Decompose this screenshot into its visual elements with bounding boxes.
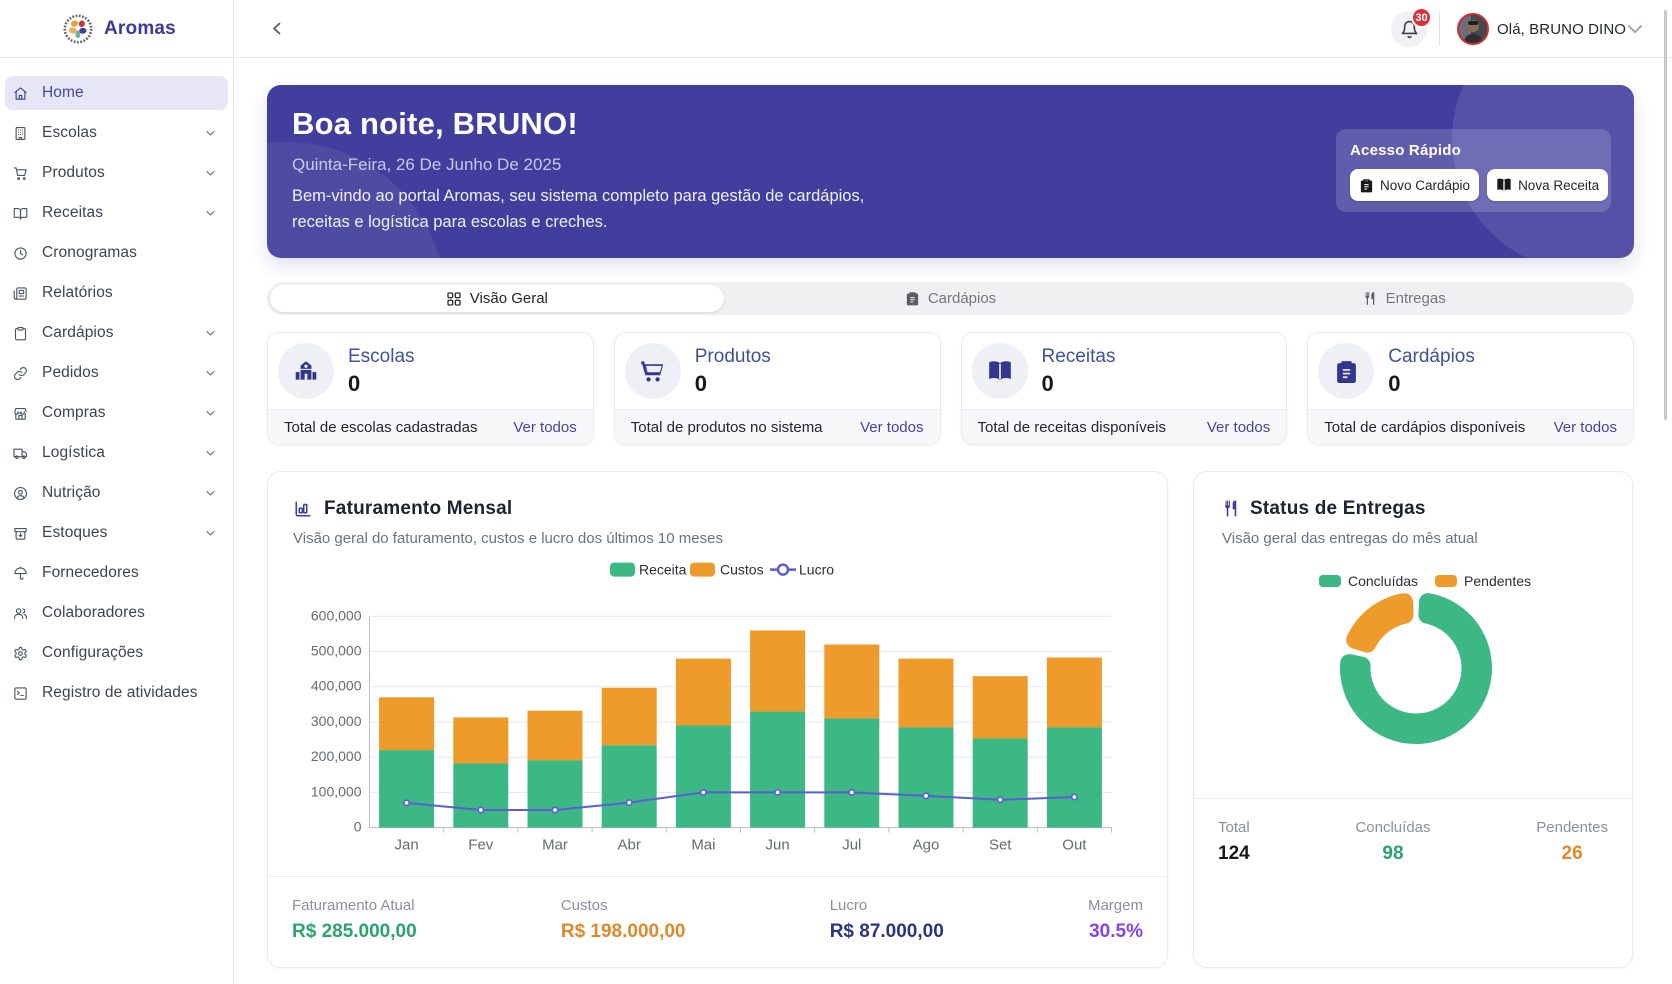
svg-text:0: 0 [354,819,362,835]
svg-text:300,000: 300,000 [311,713,362,729]
svg-text:Abr: Abr [618,837,641,854]
svg-text:Jun: Jun [766,837,790,854]
svg-text:Receita: Receita [639,562,687,578]
svg-text:Custos: Custos [720,562,764,578]
svg-text:400,000: 400,000 [311,678,362,694]
svg-text:Jul: Jul [842,837,861,854]
svg-text:Set: Set [989,837,1012,854]
svg-text:Mai: Mai [691,837,715,854]
svg-text:Ago: Ago [913,837,940,854]
svg-text:Fev: Fev [468,837,494,854]
svg-text:Lucro: Lucro [799,562,834,578]
svg-text:Jan: Jan [395,837,419,854]
svg-text:100,000: 100,000 [311,783,362,799]
svg-text:600,000: 600,000 [311,607,362,623]
svg-text:Out: Out [1062,837,1087,854]
svg-text:200,000: 200,000 [311,748,362,764]
svg-text:Mar: Mar [542,837,568,854]
svg-text:500,000: 500,000 [311,643,362,659]
